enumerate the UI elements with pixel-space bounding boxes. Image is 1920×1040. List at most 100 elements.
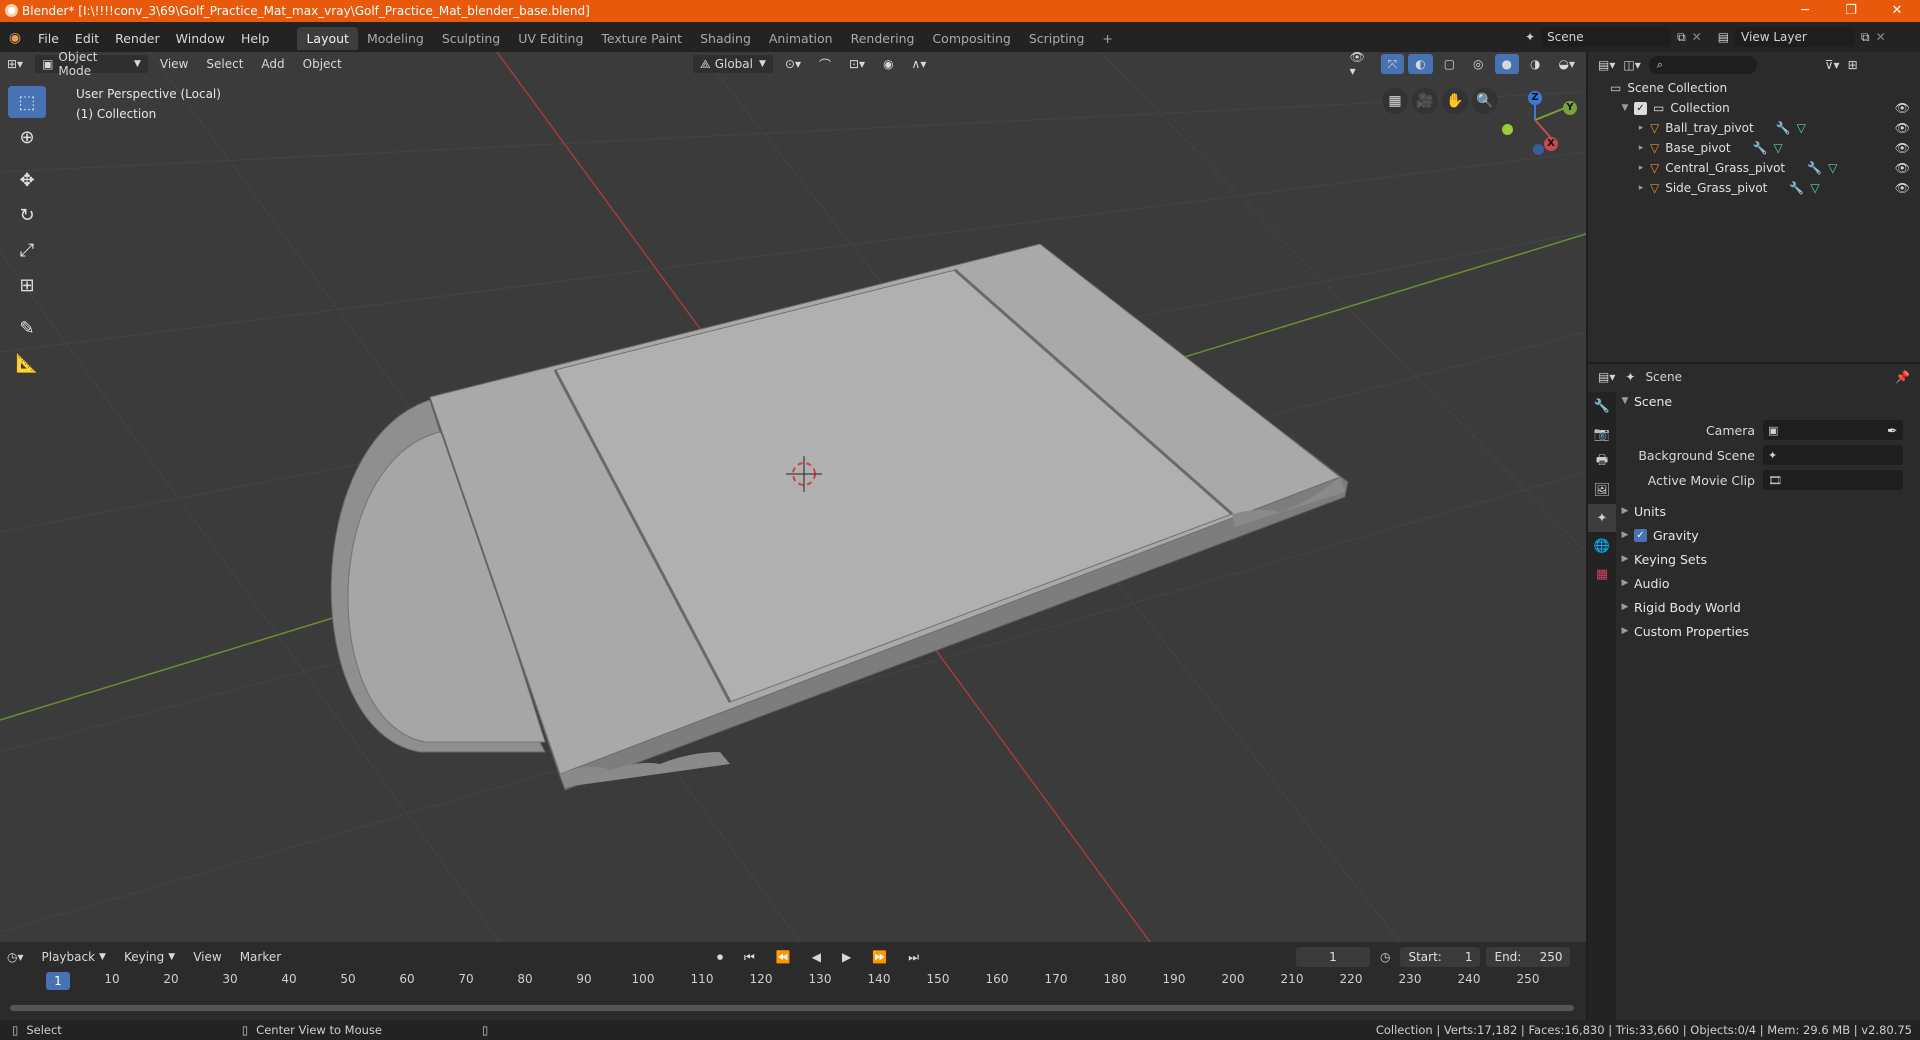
new-collection-icon[interactable]: ⊞ [1848,58,1858,72]
tab-rendering[interactable]: Rendering [842,27,924,50]
units-panel-header[interactable]: ▶ Units [1616,499,1920,523]
close-button[interactable]: ✕ [1874,0,1920,22]
current-frame-field[interactable]: 1 [1296,947,1370,967]
tab-compositing[interactable]: Compositing [923,27,1019,50]
display-mode-icon[interactable]: ◫▾ [1623,58,1640,72]
eye-icon[interactable]: 👁 [1895,101,1910,115]
audio-panel-header[interactable]: ▶ Audio [1616,571,1920,595]
camera-field[interactable]: ▣ [1763,420,1903,440]
tab-uv-editing[interactable]: UV Editing [509,27,592,50]
xray-icon[interactable]: ▢ [1437,54,1462,74]
properties-editor-type-icon[interactable]: ▤▾ [1598,370,1615,384]
outliner-scene-collection[interactable]: ▭ Scene Collection [1588,78,1920,98]
menu-add[interactable]: Add [254,54,291,74]
maximize-button[interactable]: ❐ [1828,0,1874,22]
timeline-marker-menu[interactable]: Marker [233,947,288,967]
remove-view-layer-icon[interactable]: ✕ [1876,30,1886,44]
rotate-tool-icon[interactable]: ↻ [8,199,46,231]
navigation-gizmo[interactable]: Z Y X [1495,88,1585,160]
overlay-toggle-icon[interactable]: ◐ [1408,54,1433,74]
play-reverse-icon[interactable]: ◀ [805,947,828,967]
background-scene-field[interactable]: ✦ [1763,445,1903,465]
outliner-collection[interactable]: ▼ ✓ ▭ Collection 👁 [1588,98,1920,118]
golf-practice-mat-model[interactable] [330,243,1349,791]
visibility-icon[interactable]: 👁▾ [1343,50,1377,78]
keying-sets-panel-header[interactable]: ▶ Keying Sets [1616,547,1920,571]
minimize-button[interactable]: ─ [1782,0,1828,22]
new-view-layer-icon[interactable]: ⧉ [1861,30,1870,45]
expand-icon[interactable]: ▸ [1632,123,1650,133]
start-frame-field[interactable]: Start: 1 [1400,947,1481,967]
custom-properties-panel-header[interactable]: ▶ Custom Properties [1616,619,1920,643]
scene-panel-header[interactable]: ▼ Scene [1616,389,1920,413]
gravity-checkbox[interactable]: ✓ [1634,528,1647,542]
mesh-data-icon[interactable]: ▽ [1810,181,1819,195]
record-icon[interactable]: ⏺ [710,947,730,967]
eyedropper-icon[interactable]: ✒ [1887,423,1897,438]
outliner-item-central-grass[interactable]: ▸ ▽ Central_Grass_pivot 🔧 ▽ 👁 [1588,158,1920,178]
end-frame-field[interactable]: End: 250 [1486,947,1571,967]
select-box-tool-icon[interactable]: ⬚ [8,86,46,118]
tab-texture-paint[interactable]: Texture Paint [592,27,691,50]
texture-tab-icon[interactable]: ▦ [1588,560,1616,588]
output-tab-icon[interactable]: 🖶 [1588,448,1616,476]
mesh-data-icon[interactable]: ▽ [1797,121,1806,135]
annotate-tool-icon[interactable]: ✎ [8,312,46,344]
transform-orientation-dropdown[interactable]: ⟁ Global ▼ [691,54,774,74]
expand-icon[interactable]: ▸ [1632,183,1650,193]
pivot-point-icon[interactable]: ⊙▾ [778,54,808,74]
expand-icon[interactable]: ▼ [1616,103,1634,113]
outliner-search-input[interactable]: ⌕ [1648,56,1757,74]
menu-window[interactable]: Window [168,31,233,46]
proportional-edit-icon[interactable]: ◉ [876,54,900,74]
timeline-scrollbar[interactable] [10,1005,1574,1011]
gizmo-x-axis[interactable]: X [1544,137,1558,151]
modifier-icon[interactable]: 🔧 [1789,181,1804,195]
world-tab-icon[interactable]: 🌐 [1588,532,1616,560]
3d-viewport[interactable] [0,52,1586,942]
timeline-ruler[interactable]: 1 10 20 30 40 50 60 70 80 90 100 110 120 130 140 150 16… [0,970,1586,992]
scale-tool-icon[interactable]: ⤢ [8,234,46,266]
menu-file[interactable]: File [30,31,67,46]
pan-hand-icon[interactable]: ✋ [1442,88,1468,114]
grid-view-icon[interactable]: ▦ [1382,88,1408,114]
move-tool-icon[interactable]: ✥ [8,164,46,196]
timeline-playback-menu[interactable]: Playback ▼ [35,947,113,967]
eye-icon[interactable]: 👁 [1895,181,1910,195]
gizmo-neg-y-axis[interactable] [1502,124,1513,135]
timeline-view-menu[interactable]: View [186,947,228,967]
wireframe-shading-icon[interactable]: ◎ [1466,54,1490,74]
next-keyframe-icon[interactable]: ⏩ [865,947,894,967]
outliner-editor-type-icon[interactable]: ▤▾ [1598,58,1615,72]
snap-icon[interactable]: ⌒ [812,54,838,74]
modifier-icon[interactable]: 🔧 [1807,161,1822,175]
gizmo-neg-z-axis[interactable] [1533,144,1544,155]
mesh-data-icon[interactable]: ▽ [1828,161,1837,175]
render-tab-icon[interactable]: 📷 [1588,420,1616,448]
tab-animation[interactable]: Animation [760,27,842,50]
tab-shading[interactable]: Shading [691,27,760,50]
jump-end-icon[interactable]: ⏭ [901,947,926,967]
material-shading-icon[interactable]: ◑ [1523,54,1547,74]
jump-start-icon[interactable]: ⏮ [737,947,762,967]
menu-edit[interactable]: Edit [67,31,107,46]
eye-icon[interactable]: 👁 [1895,141,1910,155]
transform-tool-icon[interactable]: ⊞ [8,269,46,301]
expand-icon[interactable]: ▸ [1632,143,1650,153]
solid-shading-icon[interactable]: ● [1494,54,1520,74]
editor-type-icon[interactable]: ⊞▾ [0,54,30,74]
scene-selector[interactable]: Scene [1541,27,1672,47]
menu-render[interactable]: Render [107,31,168,46]
outliner-item-ball-tray[interactable]: ▸ ▽ Ball_tray_pivot 🔧 ▽ 👁 [1588,118,1920,138]
modifier-icon[interactable]: 🔧 [1753,141,1768,155]
tab-sculpting[interactable]: Sculpting [433,27,509,50]
collection-checkbox[interactable]: ✓ [1634,101,1647,115]
camera-view-icon[interactable]: 🎥 [1412,88,1438,114]
expand-icon[interactable]: ▸ [1632,163,1650,173]
active-movie-clip-field[interactable]: 🎞 [1763,470,1903,490]
add-workspace-button[interactable]: + [1093,27,1121,50]
measure-tool-icon[interactable]: 📐 [8,347,46,379]
filter-icon[interactable]: ⊽▾ [1825,58,1840,72]
rigid-body-world-panel-header[interactable]: ▶ Rigid Body World [1616,595,1920,619]
pin-icon[interactable]: 📌 [1895,370,1910,384]
